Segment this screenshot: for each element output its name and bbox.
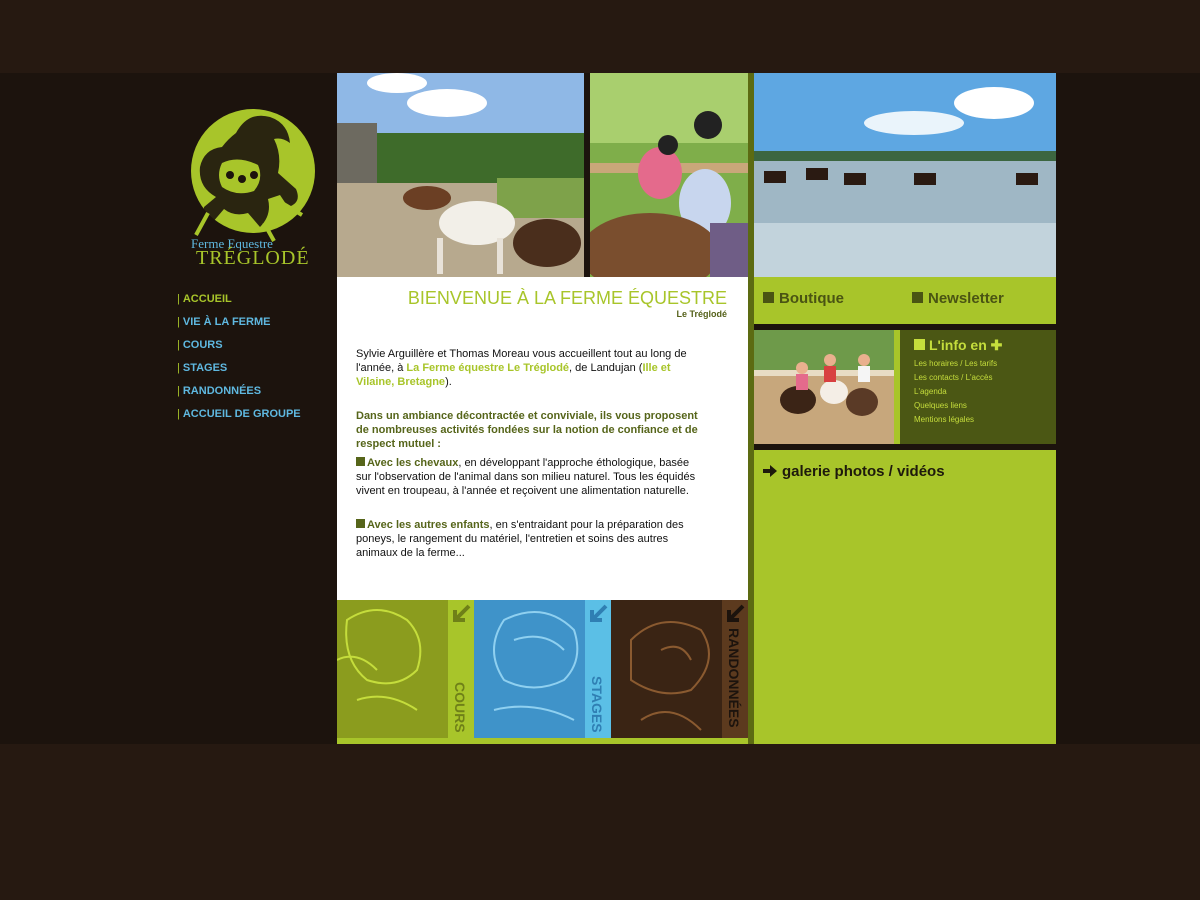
intro-text: ). bbox=[445, 376, 452, 388]
arrow-right-icon bbox=[763, 465, 777, 477]
info-link-horaires[interactable]: Les horaires / Les tarifs bbox=[914, 357, 997, 371]
square-icon bbox=[763, 292, 774, 303]
nav-separator: | bbox=[177, 408, 180, 420]
info-box: L'info en ✚ Les horaires / Les tarifs Le… bbox=[900, 330, 1056, 444]
activity-horses: Avec les chevaux, en développant l'appro… bbox=[356, 456, 706, 498]
activity-title: Avec les autres enfants bbox=[367, 519, 490, 531]
nav-label: COURS bbox=[182, 339, 223, 351]
info-title-text: L'info en bbox=[929, 337, 987, 353]
newsletter-link[interactable]: Newsletter bbox=[912, 290, 1004, 307]
tile-stages[interactable]: STAGES bbox=[474, 600, 611, 738]
tile-label: STAGES bbox=[589, 676, 605, 733]
boutique-link[interactable]: Boutique bbox=[763, 290, 844, 307]
nav-separator: | bbox=[177, 385, 180, 397]
farm-link[interactable]: La Ferme équestre Le Tréglodé bbox=[406, 362, 569, 374]
nav-label: ACCUEIL bbox=[182, 293, 232, 305]
photo-ponies-arena bbox=[754, 330, 894, 444]
nav-item-randonnees[interactable]: | RANDONNÉES bbox=[177, 385, 301, 408]
info-links: Les horaires / Les tarifs Les contacts /… bbox=[914, 357, 997, 427]
nav-item-vie-a-la-ferme[interactable]: | VIE À LA FERME bbox=[177, 316, 301, 339]
nav-label: ACCUEIL DE GROUPE bbox=[182, 408, 301, 420]
boutique-label: Boutique bbox=[779, 290, 844, 307]
nav-separator: | bbox=[177, 316, 180, 328]
photo-beach-ride bbox=[754, 73, 1056, 277]
info-link-agenda[interactable]: L'agenda bbox=[914, 385, 997, 399]
bullet-square-icon bbox=[356, 457, 365, 466]
tile-label: COURS bbox=[452, 682, 468, 733]
arrow-down-left-icon bbox=[727, 604, 745, 622]
logo-text-line2: TRÉGLODÉ bbox=[196, 247, 310, 269]
intro-text: , de Landujan ( bbox=[569, 362, 643, 374]
newsletter-label: Newsletter bbox=[928, 290, 1004, 307]
nav-item-cours[interactable]: | COURS bbox=[177, 339, 301, 362]
photo-children-riding bbox=[590, 73, 748, 277]
info-link-liens[interactable]: Quelques liens bbox=[914, 399, 997, 413]
nav-separator: | bbox=[177, 293, 180, 305]
bullet-square-icon bbox=[356, 519, 365, 528]
activity-title: Avec les chevaux bbox=[367, 457, 459, 469]
shop-newsletter-bar: Boutique Newsletter bbox=[754, 277, 1056, 324]
info-link-contacts[interactable]: Les contacts / L'accès bbox=[914, 371, 997, 385]
intro-paragraph: Sylvie Arguillère et Thomas Moreau vous … bbox=[356, 347, 706, 389]
plus-icon: ✚ bbox=[986, 337, 1003, 353]
page-title: BIENVENUE À LA FERME ÉQUESTRE bbox=[407, 288, 727, 308]
gallery-link[interactable]: galerie photos / vidéos bbox=[763, 463, 945, 480]
lead-paragraph: Dans un ambiance décontractée et convivi… bbox=[356, 410, 698, 450]
gallery-label: galerie photos / vidéos bbox=[782, 463, 945, 480]
tile-label: RANDONNÉES bbox=[726, 628, 742, 728]
nav-item-stages[interactable]: | STAGES bbox=[177, 362, 301, 385]
welcome-panel: BIENVENUE À LA FERME ÉQUESTRE Le Tréglod… bbox=[337, 277, 748, 600]
nav-separator: | bbox=[177, 339, 180, 351]
nav-label: STAGES bbox=[182, 362, 228, 374]
arrow-down-left-icon bbox=[453, 604, 471, 622]
gallery-panel: galerie photos / vidéos bbox=[754, 450, 1056, 744]
main-nav: | ACCUEIL | VIE À LA FERME | COURS | STAGES … bbox=[177, 293, 301, 431]
arrow-down-left-icon bbox=[590, 604, 608, 622]
activity-children: Avec les autres enfants, en s'entraidant… bbox=[356, 518, 706, 560]
nav-item-accueil-de-groupe[interactable]: | ACCUEIL DE GROUPE bbox=[177, 408, 301, 431]
info-title: L'info en ✚ bbox=[914, 337, 1002, 354]
square-icon bbox=[912, 292, 923, 303]
nav-item-accueil[interactable]: | ACCUEIL bbox=[177, 293, 301, 316]
info-link-mentions[interactable]: Mentions légales bbox=[914, 413, 997, 427]
nav-label: RANDONNÉES bbox=[182, 385, 262, 397]
nav-separator: | bbox=[177, 362, 180, 374]
bottom-strip bbox=[337, 738, 748, 744]
square-icon bbox=[914, 339, 925, 350]
tile-randonnees[interactable]: RANDONNÉES bbox=[611, 600, 748, 738]
nav-label: VIE À LA FERME bbox=[182, 316, 271, 328]
tile-cours[interactable]: COURS bbox=[337, 600, 474, 738]
photo-ponies-paddock bbox=[337, 73, 584, 277]
page-subtitle: Le Tréglodé bbox=[676, 309, 727, 319]
